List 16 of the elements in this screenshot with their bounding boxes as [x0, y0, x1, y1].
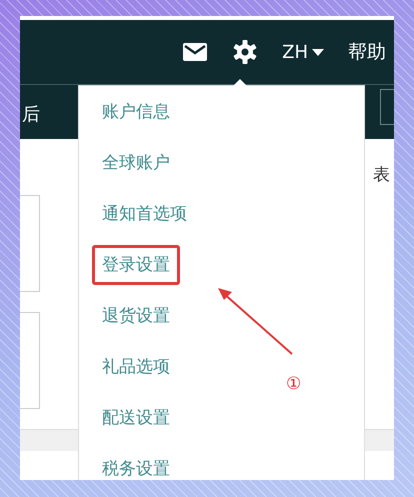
menu-item[interactable]: 通知首选项	[92, 194, 197, 234]
settings-icon[interactable]	[232, 39, 258, 65]
nav-text: 后	[22, 103, 40, 127]
language-dropdown[interactable]: ZH	[282, 38, 324, 66]
annotation-number: ①	[286, 373, 302, 396]
menu-item[interactable]: 账户信息	[92, 92, 180, 132]
search-field[interactable]	[380, 89, 394, 125]
help-link[interactable]: 帮助	[348, 38, 386, 66]
menu-item[interactable]: 税务设置	[92, 449, 180, 480]
caret-icon	[312, 48, 324, 56]
menu-item[interactable]: 全球账户	[92, 143, 180, 183]
menu-item[interactable]: 配送设置	[92, 398, 180, 438]
mail-icon[interactable]	[182, 42, 208, 62]
menu-item[interactable]: 礼品选项	[92, 347, 180, 387]
menu-item[interactable]: 登录设置	[92, 245, 180, 285]
menu-item[interactable]: 退货设置	[92, 296, 180, 336]
